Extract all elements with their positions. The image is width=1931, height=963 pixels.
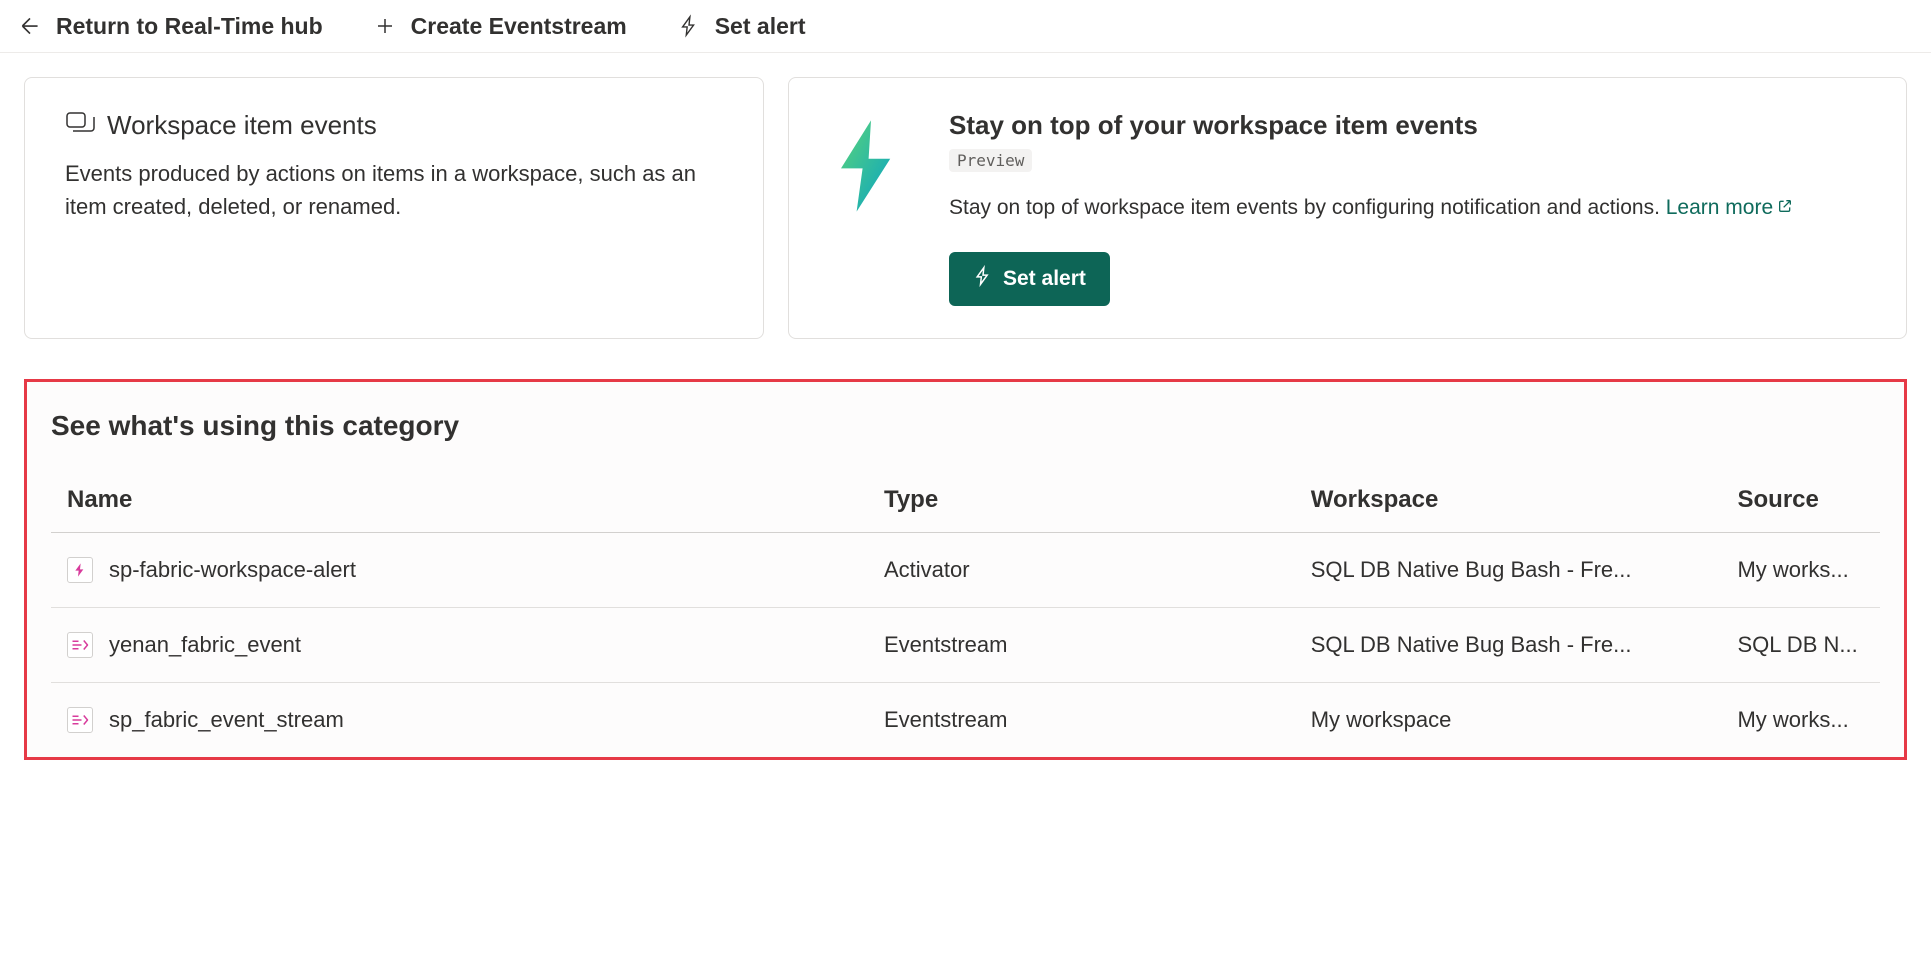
row-source: SQL DB N... bbox=[1721, 607, 1880, 682]
lightning-icon bbox=[675, 12, 703, 40]
set-alert-button-primary[interactable]: Set alert bbox=[949, 252, 1110, 306]
promo-content: Stay on top of your workspace item event… bbox=[949, 110, 1866, 306]
row-name: sp_fabric_event_stream bbox=[109, 707, 344, 733]
main-content: Workspace item events Events produced by… bbox=[0, 53, 1931, 784]
table-row[interactable]: sp_fabric_event_stream Eventstream My wo… bbox=[51, 682, 1880, 757]
eventstream-icon bbox=[67, 707, 93, 733]
card-description: Events produced by actions on items in a… bbox=[65, 157, 723, 223]
row-source: My works... bbox=[1721, 682, 1880, 757]
usage-section: See what's using this category Name Type… bbox=[24, 379, 1907, 760]
row-workspace: SQL DB Native Bug Bash - Fre... bbox=[1295, 607, 1722, 682]
usage-table: Name Type Workspace Source sp-fabric-wor… bbox=[51, 474, 1880, 757]
row-name: sp-fabric-workspace-alert bbox=[109, 557, 356, 583]
row-type: Activator bbox=[868, 532, 1295, 607]
lightning-icon bbox=[973, 264, 993, 294]
toolbar: Return to Real-Time hub Create Eventstre… bbox=[0, 0, 1931, 53]
row-source: My works... bbox=[1721, 532, 1880, 607]
return-label: Return to Real-Time hub bbox=[56, 13, 323, 40]
row-workspace: My workspace bbox=[1295, 682, 1722, 757]
row-name: yenan_fabric_event bbox=[109, 632, 301, 658]
external-link-icon bbox=[1777, 192, 1793, 224]
create-eventstream-button[interactable]: Create Eventstream bbox=[371, 12, 627, 40]
preview-badge: Preview bbox=[949, 149, 1032, 172]
card-header: Workspace item events bbox=[65, 110, 723, 141]
promo-description: Stay on top of workspace item events by … bbox=[949, 192, 1866, 224]
stack-icon bbox=[65, 110, 95, 141]
activator-icon bbox=[67, 557, 93, 583]
set-alert-button-label: Set alert bbox=[1003, 267, 1086, 291]
table-row[interactable]: yenan_fabric_event Eventstream SQL DB Na… bbox=[51, 607, 1880, 682]
promo-card: Stay on top of your workspace item event… bbox=[788, 77, 1907, 339]
col-header-workspace[interactable]: Workspace bbox=[1295, 474, 1722, 533]
row-type: Eventstream bbox=[868, 682, 1295, 757]
promo-title: Stay on top of your workspace item event… bbox=[949, 110, 1866, 141]
col-header-source[interactable]: Source bbox=[1721, 474, 1880, 533]
return-to-hub-button[interactable]: Return to Real-Time hub bbox=[16, 12, 323, 40]
row-workspace: SQL DB Native Bug Bash - Fre... bbox=[1295, 532, 1722, 607]
col-header-name[interactable]: Name bbox=[51, 474, 868, 533]
table-header-row: Name Type Workspace Source bbox=[51, 474, 1880, 533]
cards-row: Workspace item events Events produced by… bbox=[24, 77, 1907, 339]
table-row[interactable]: sp-fabric-workspace-alert Activator SQL … bbox=[51, 532, 1880, 607]
arrow-left-icon bbox=[16, 12, 44, 40]
eventstream-icon bbox=[67, 632, 93, 658]
row-type: Eventstream bbox=[868, 607, 1295, 682]
learn-more-link[interactable]: Learn more bbox=[1666, 196, 1793, 219]
create-label: Create Eventstream bbox=[411, 13, 627, 40]
plus-icon bbox=[371, 12, 399, 40]
lightning-large-icon bbox=[829, 118, 901, 219]
card-title: Workspace item events bbox=[107, 110, 377, 141]
workspace-events-card: Workspace item events Events produced by… bbox=[24, 77, 764, 339]
set-alert-button-toolbar[interactable]: Set alert bbox=[675, 12, 806, 40]
col-header-type[interactable]: Type bbox=[868, 474, 1295, 533]
section-heading: See what's using this category bbox=[51, 410, 1880, 442]
alert-label: Set alert bbox=[715, 13, 806, 40]
